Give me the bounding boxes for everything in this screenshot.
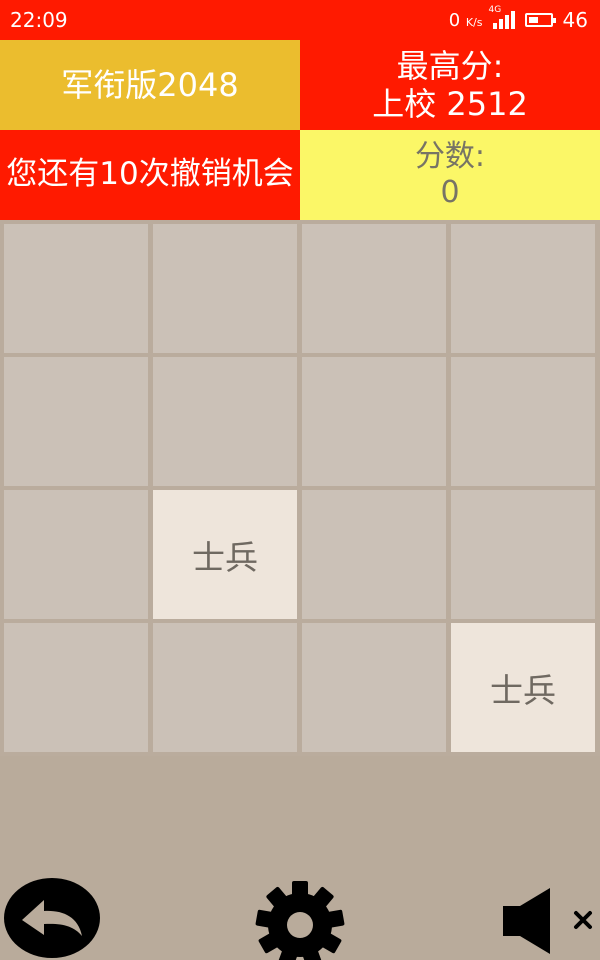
board-tile: 士兵 xyxy=(451,623,595,752)
score-panel: 分数: 0 xyxy=(300,130,600,220)
board-cell xyxy=(451,490,595,619)
undo-arrow-icon xyxy=(4,878,100,958)
network-tag: 4G xyxy=(488,5,502,15)
gear-icon xyxy=(255,881,345,960)
game-title: 军衔版2048 xyxy=(0,40,300,130)
board-tile: 士兵 xyxy=(153,490,297,619)
board-cell xyxy=(451,224,595,353)
battery-level: 46 xyxy=(562,8,588,32)
board-cell xyxy=(153,623,297,752)
board-cell xyxy=(302,224,446,353)
board-cell xyxy=(4,357,148,486)
board-cell xyxy=(153,224,297,353)
best-score-value: 上校 2512 xyxy=(372,85,528,123)
best-score-panel: 最高分: 上校 2512 xyxy=(300,40,600,130)
speaker-muted-icon xyxy=(503,888,592,954)
board-cell xyxy=(302,357,446,486)
status-time: 22:09 xyxy=(10,8,68,32)
status-indicators: 0 K/s 4G 46 xyxy=(449,5,588,32)
battery-icon xyxy=(524,13,556,27)
net-speed: 0 K/s xyxy=(449,10,483,31)
net-speed-value: 0 xyxy=(448,9,461,31)
undo-count-text: 您还有10次撤销机会 xyxy=(6,156,294,193)
bottom-controls xyxy=(0,860,600,960)
board-cell xyxy=(451,357,595,486)
undo-button[interactable] xyxy=(0,876,104,960)
board-cell xyxy=(4,623,148,752)
game-title-text: 军衔版2048 xyxy=(61,65,239,104)
best-score-label: 最高分: xyxy=(396,46,504,85)
signal-icon: 4G xyxy=(489,5,515,29)
sound-toggle-button[interactable] xyxy=(500,886,600,956)
score-value: 0 xyxy=(440,175,460,210)
board-cell xyxy=(302,490,446,619)
game-board[interactable]: 士兵 士兵 xyxy=(0,220,600,756)
score-label: 分数: xyxy=(414,139,486,174)
board-cell xyxy=(4,490,148,619)
undo-count-panel: 您还有10次撤销机会 xyxy=(0,130,300,220)
board-cell xyxy=(4,224,148,353)
settings-button[interactable] xyxy=(250,880,350,960)
status-bar: 22:09 0 K/s 4G 46 xyxy=(0,0,600,40)
board-cell xyxy=(302,623,446,752)
net-speed-unit: K/s xyxy=(465,15,483,29)
board-cell xyxy=(153,357,297,486)
